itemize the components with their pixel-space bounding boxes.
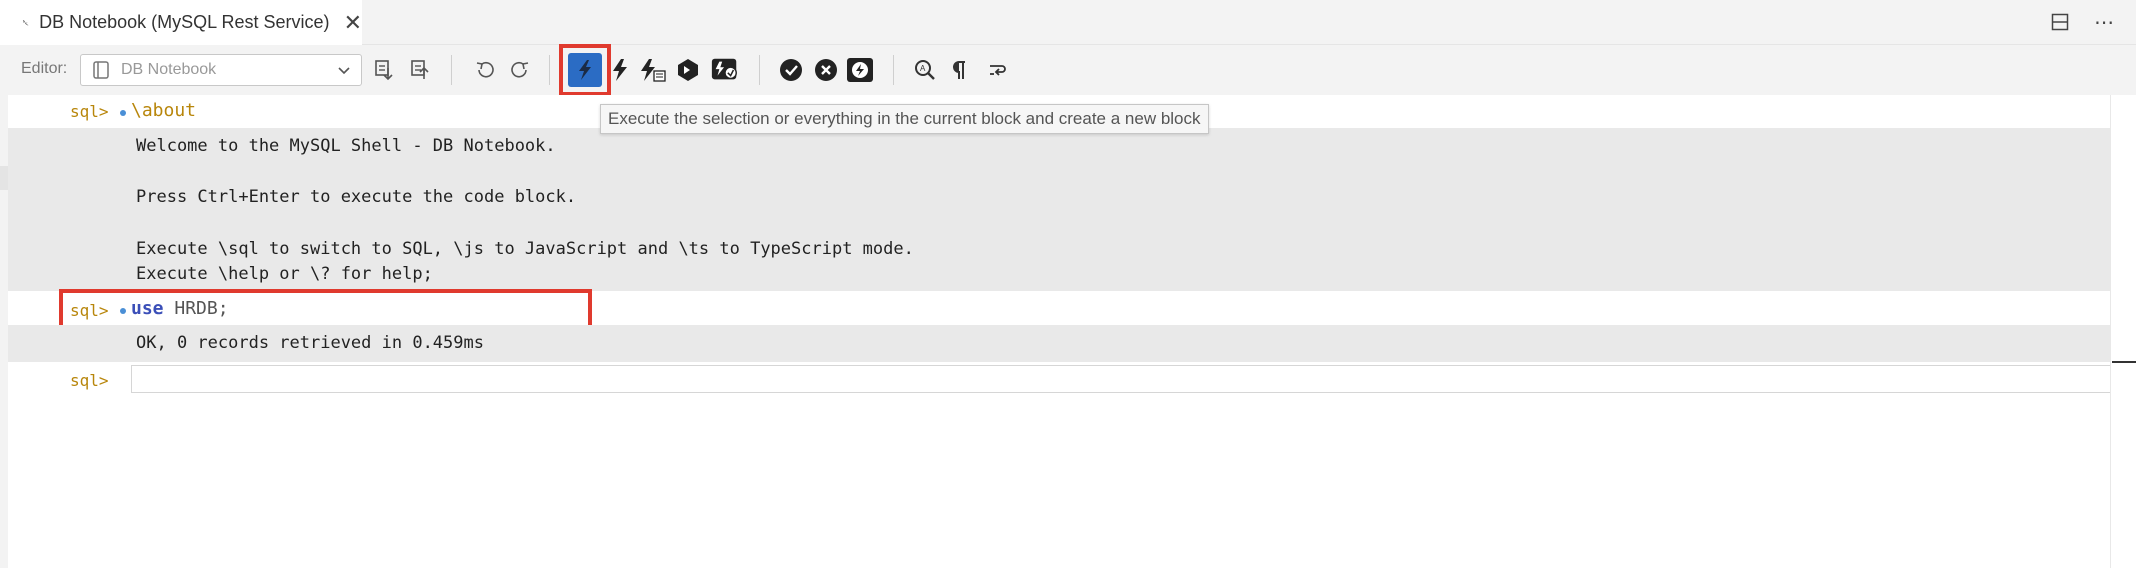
toolbar-divider [893, 55, 894, 85]
execute-to-new-block-icon[interactable] [710, 55, 740, 85]
tab-bar: DB Notebook (MySQL Rest Service) ✕ ⋯ [0, 0, 2136, 45]
load-script-icon[interactable] [370, 55, 400, 85]
notebook-tab-icon [22, 19, 29, 26]
output-line: Execute \help or \? for help; [136, 264, 433, 284]
commit-icon[interactable] [776, 55, 806, 85]
tab-title: DB Notebook (MySQL Rest Service) [39, 12, 330, 32]
chevron-down-icon [338, 67, 350, 75]
output-line: OK, 0 records retrieved in 0.459ms [136, 333, 484, 353]
redo-icon[interactable] [505, 55, 535, 85]
word-wrap-icon[interactable] [982, 55, 1012, 85]
editor-label: Editor: [21, 60, 68, 77]
output-line: Press Ctrl+Enter to execute the code blo… [136, 187, 577, 207]
search-icon[interactable]: A [910, 55, 940, 85]
rollback-icon[interactable] [811, 55, 841, 85]
notebook-toolbar: Editor: DB Notebook A [0, 45, 2136, 95]
tooltip: Execute the selection or everything in t… [600, 104, 1209, 134]
more-actions-icon[interactable]: ⋯ [2092, 10, 2116, 34]
output-line: Welcome to the MySQL Shell - DB Notebook… [136, 136, 556, 156]
toolbar-divider [451, 55, 452, 85]
show-hidden-characters-icon[interactable] [945, 55, 975, 85]
toolbar-divider [759, 55, 760, 85]
output-line: Execute \sql to switch to SQL, \js to Ja… [136, 239, 914, 259]
execute-with-text-output-icon[interactable] [637, 55, 667, 85]
split-editor-icon[interactable] [2048, 10, 2072, 34]
sql-prompt: sql> [70, 102, 109, 121]
cell-indicator [120, 110, 126, 116]
undo-icon[interactable] [470, 55, 500, 85]
editor-select[interactable]: DB Notebook [80, 54, 362, 86]
editor-select-value: DB Notebook [121, 61, 217, 78]
sql-prompt: sql> [70, 371, 109, 390]
auto-commit-icon[interactable] [845, 55, 875, 85]
notebook-icon [93, 61, 109, 79]
tab-db-notebook[interactable]: DB Notebook (MySQL Rest Service) ✕ [0, 0, 362, 45]
close-icon[interactable]: ✕ [344, 11, 362, 34]
toolbar-divider [549, 55, 550, 85]
svg-text:A: A [920, 64, 926, 73]
code-input[interactable] [131, 365, 2131, 393]
gutter-marker [0, 166, 8, 190]
execute-button-highlight [559, 44, 611, 96]
scroll-position-marker [2112, 361, 2136, 363]
cell-code-about[interactable]: \about [131, 100, 196, 121]
save-script-icon[interactable] [406, 55, 436, 85]
editor-scrollbar[interactable] [2110, 95, 2136, 568]
execute-explain-icon[interactable] [673, 55, 703, 85]
